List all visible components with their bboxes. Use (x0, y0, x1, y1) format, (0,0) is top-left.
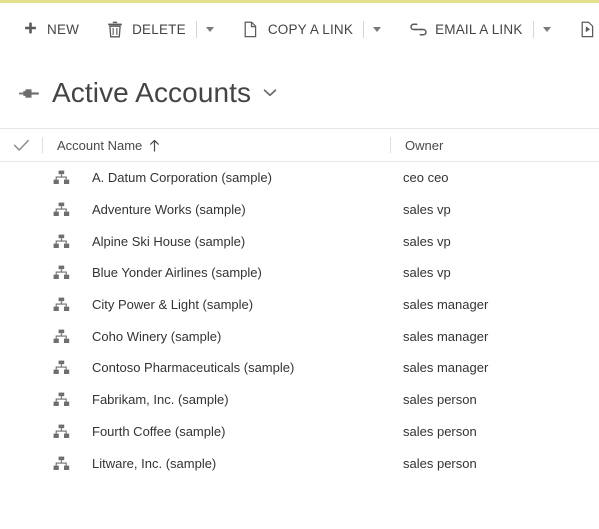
row-cell-account-name: Fourth Coffee (sample) (42, 420, 389, 442)
table-row[interactable]: City Power & Light (sample) sales manage… (0, 289, 599, 321)
email-a-link-label: EMAIL A LINK (435, 22, 522, 37)
delete-divider (196, 21, 197, 38)
table-row[interactable]: Fabrikam, Inc. (sample) sales person (0, 384, 599, 416)
accounts-grid: Account Name Owner A. Datum Corporation … (0, 128, 599, 479)
row-cell-owner: sales person (389, 456, 599, 471)
column-header-account-name[interactable]: Account Name (43, 138, 390, 153)
account-name-text: Blue Yonder Airlines (sample) (92, 265, 262, 280)
account-name-text: Contoso Pharmaceuticals (sample) (92, 360, 294, 375)
account-name-text: Litware, Inc. (sample) (92, 456, 216, 471)
run-report-button[interactable]: RUN REPORT (572, 12, 599, 46)
delete-button[interactable]: DELETE (99, 12, 192, 46)
copy-a-link-button[interactable]: COPY A LINK (235, 12, 359, 46)
table-row[interactable]: Adventure Works (sample) sales vp (0, 194, 599, 226)
delete-caret-button[interactable] (199, 14, 221, 44)
account-hierarchy-icon (50, 357, 72, 379)
account-hierarchy-icon (50, 420, 72, 442)
account-name-text: A. Datum Corporation (sample) (92, 170, 272, 185)
email-link-divider (533, 21, 534, 38)
chevron-down-icon (206, 27, 214, 32)
row-cell-owner: sales manager (389, 360, 599, 375)
row-cell-owner: sales vp (389, 265, 599, 280)
new-button-label: NEW (47, 22, 79, 37)
account-name-text: City Power & Light (sample) (92, 297, 253, 312)
command-run-report-group: RUN REPORT (572, 12, 599, 46)
table-row[interactable]: Coho Winery (sample) sales manager (0, 320, 599, 352)
select-all-checkmark-icon[interactable] (0, 139, 42, 152)
copy-a-link-label: COPY A LINK (268, 22, 353, 37)
row-cell-account-name: Litware, Inc. (sample) (42, 452, 389, 474)
column-header-account-name-label: Account Name (57, 138, 142, 153)
email-a-link-button[interactable]: EMAIL A LINK (402, 12, 528, 46)
chevron-down-icon (373, 27, 381, 32)
account-hierarchy-icon (50, 452, 72, 474)
command-new-group: NEW (0, 12, 85, 46)
account-name-text: Fabrikam, Inc. (sample) (92, 392, 229, 407)
report-play-icon (578, 19, 598, 39)
account-hierarchy-icon (50, 325, 72, 347)
column-header-owner[interactable]: Owner (391, 138, 599, 153)
link-chain-icon (408, 19, 428, 39)
row-cell-account-name: Fabrikam, Inc. (sample) (42, 389, 389, 411)
table-row[interactable]: Litware, Inc. (sample) sales person (0, 447, 599, 479)
column-header-owner-label: Owner (405, 138, 443, 153)
grid-body: A. Datum Corporation (sample) ceo ceo Ad… (0, 162, 599, 479)
row-cell-owner: ceo ceo (389, 170, 599, 185)
account-hierarchy-icon (50, 262, 72, 284)
trash-icon (105, 19, 125, 39)
command-email-link-group: EMAIL A LINK (402, 12, 557, 46)
row-cell-account-name: Alpine Ski House (sample) (42, 230, 389, 252)
row-cell-account-name: Coho Winery (sample) (42, 325, 389, 347)
grid-header-row: Account Name Owner (0, 128, 599, 162)
account-hierarchy-icon (50, 167, 72, 189)
table-row[interactable]: A. Datum Corporation (sample) ceo ceo (0, 162, 599, 194)
row-cell-account-name: A. Datum Corporation (sample) (42, 167, 389, 189)
account-hierarchy-icon (50, 294, 72, 316)
table-row[interactable]: Blue Yonder Airlines (sample) sales vp (0, 257, 599, 289)
table-row[interactable]: Fourth Coffee (sample) sales person (0, 416, 599, 448)
row-cell-owner: sales person (389, 424, 599, 439)
page-title: Active Accounts (52, 77, 251, 109)
arrow-up-icon (149, 139, 160, 152)
row-cell-account-name: Blue Yonder Airlines (sample) (42, 262, 389, 284)
account-hierarchy-icon (50, 199, 72, 221)
copy-link-caret-button[interactable] (366, 14, 388, 44)
plus-icon (20, 19, 40, 39)
page-copy-icon (241, 19, 261, 39)
row-cell-owner: sales vp (389, 202, 599, 217)
row-cell-owner: sales person (389, 392, 599, 407)
table-row[interactable]: Alpine Ski House (sample) sales vp (0, 225, 599, 257)
view-header: Active Accounts (0, 68, 599, 118)
command-delete-group: DELETE (99, 12, 221, 46)
table-row[interactable]: Contoso Pharmaceuticals (sample) sales m… (0, 352, 599, 384)
account-hierarchy-icon (50, 230, 72, 252)
account-name-text: Adventure Works (sample) (92, 202, 246, 217)
account-name-text: Fourth Coffee (sample) (92, 424, 225, 439)
copy-link-divider (363, 21, 364, 38)
new-button[interactable]: NEW (14, 12, 85, 46)
command-copy-link-group: COPY A LINK (235, 12, 388, 46)
row-cell-owner: sales manager (389, 329, 599, 344)
email-link-caret-button[interactable] (536, 14, 558, 44)
account-name-text: Coho Winery (sample) (92, 329, 221, 344)
row-cell-owner: sales vp (389, 234, 599, 249)
view-selector-chevron-down-icon[interactable] (262, 85, 278, 101)
row-cell-account-name: City Power & Light (sample) (42, 294, 389, 316)
delete-button-label: DELETE (132, 22, 186, 37)
pushpin-icon (16, 86, 42, 101)
command-bar: NEW DELETE (0, 3, 599, 55)
account-hierarchy-icon (50, 389, 72, 411)
row-cell-owner: sales manager (389, 297, 599, 312)
row-cell-account-name: Contoso Pharmaceuticals (sample) (42, 357, 389, 379)
account-name-text: Alpine Ski House (sample) (92, 234, 245, 249)
chevron-down-icon (543, 27, 551, 32)
row-cell-account-name: Adventure Works (sample) (42, 199, 389, 221)
